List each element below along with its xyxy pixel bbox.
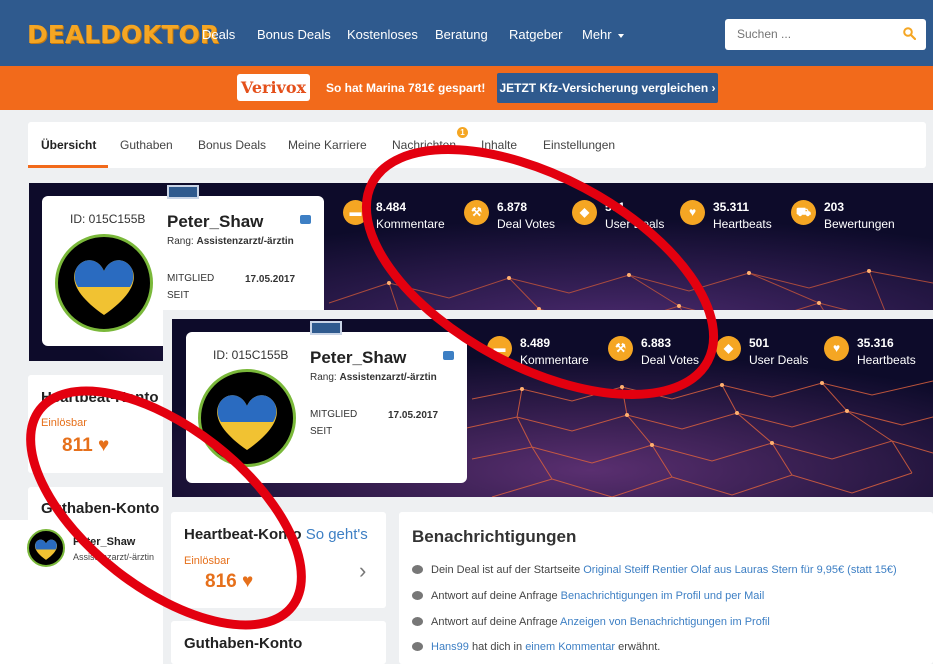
red-circle-heartbeat [26,386,306,630]
red-annotation-overlay [26,145,719,630]
red-circle-stats [361,145,719,399]
